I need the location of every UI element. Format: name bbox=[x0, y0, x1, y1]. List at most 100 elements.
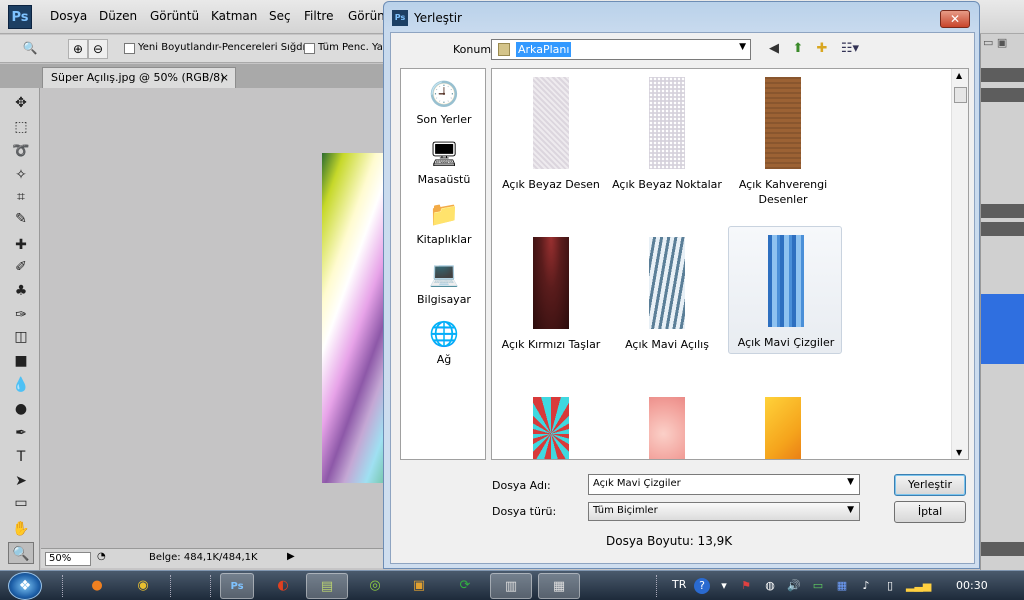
zoom-out-icon[interactable]: ⊖ bbox=[88, 39, 108, 59]
chevron-down-icon[interactable]: ▼ bbox=[847, 505, 854, 515]
chevron-down-icon[interactable]: ▼ bbox=[847, 477, 854, 487]
file-item[interactable]: Açık Mavi Açılış bbox=[610, 229, 724, 357]
dialog-titlebar[interactable]: Ps Yerleştir ✕ bbox=[384, 2, 979, 32]
location-dropdown[interactable]: ArkaPlanı ▼ bbox=[491, 39, 751, 60]
path-selection-tool-icon[interactable]: ➤ bbox=[8, 470, 34, 492]
file-type-dropdown[interactable]: Tüm Biçimler ▼ bbox=[588, 502, 860, 521]
all-windows-checkbox[interactable] bbox=[304, 43, 315, 54]
status-options-icon[interactable]: ◔ bbox=[97, 551, 106, 562]
new-folder-icon[interactable]: ✚ bbox=[813, 40, 831, 58]
crop-tool-icon[interactable]: ⌗ bbox=[8, 186, 34, 208]
close-tab-icon[interactable]: × bbox=[220, 71, 229, 84]
app-icon[interactable]: ▤ bbox=[306, 573, 348, 599]
panel-header-bar[interactable] bbox=[981, 222, 1024, 236]
hand-tool-icon[interactable]: ✋ bbox=[8, 518, 34, 540]
history-brush-tool-icon[interactable]: ✑ bbox=[8, 304, 34, 326]
file-item[interactable] bbox=[494, 389, 608, 459]
move-tool-icon[interactable]: ✥ bbox=[8, 92, 34, 114]
place-computer[interactable]: 💻 Bilgisayar bbox=[401, 259, 487, 306]
scroll-down-icon[interactable]: ▼ bbox=[956, 448, 962, 457]
network-tray-icon[interactable]: ▦ bbox=[834, 578, 850, 594]
file-item[interactable] bbox=[610, 389, 724, 459]
clone-stamp-tool-icon[interactable]: ♣ bbox=[8, 280, 34, 302]
menu-sec[interactable]: Seç bbox=[269, 9, 291, 23]
eraser-tool-icon[interactable]: ◫ bbox=[8, 326, 34, 348]
gradient-tool-icon[interactable]: ■ bbox=[8, 350, 34, 372]
place-recent[interactable]: 🕘 Son Yerler bbox=[401, 79, 487, 126]
brush-tool-icon[interactable]: ✐ bbox=[8, 256, 34, 278]
menu-dosya[interactable]: Dosya bbox=[50, 9, 87, 23]
scrollbar-thumb[interactable] bbox=[954, 87, 967, 103]
tray-app-icon[interactable]: ◍ bbox=[762, 578, 778, 594]
eyedropper-tool-icon[interactable]: ✎ bbox=[8, 208, 34, 230]
blur-tool-icon[interactable]: 💧 bbox=[8, 374, 34, 396]
window-controls-icon[interactable]: ▭ ▣ bbox=[983, 36, 1007, 49]
app-icon[interactable]: ◎ bbox=[360, 573, 390, 599]
magic-wand-tool-icon[interactable]: ✧ bbox=[8, 164, 34, 186]
up-folder-icon[interactable]: ⬆ bbox=[789, 40, 807, 58]
chrome-icon[interactable]: ◉ bbox=[128, 573, 158, 599]
file-name-input[interactable]: Açık Mavi Çizgiler ▼ bbox=[588, 474, 860, 495]
zoom-level-field[interactable]: 50% bbox=[45, 552, 91, 566]
menu-katman[interactable]: Katman bbox=[211, 9, 257, 23]
file-item[interactable]: Açık Beyaz Desen bbox=[494, 69, 608, 197]
shape-tool-icon[interactable]: ▭ bbox=[8, 492, 34, 514]
file-item-selected[interactable]: Açık Mavi Çizgiler bbox=[728, 226, 842, 354]
panel-header-bar[interactable] bbox=[981, 68, 1024, 82]
battery-icon[interactable]: ▯ bbox=[882, 578, 898, 594]
marquee-tool-icon[interactable]: ⬚ bbox=[8, 116, 34, 138]
taskbar-separator bbox=[656, 575, 659, 597]
panel-header-bar[interactable] bbox=[981, 88, 1024, 102]
tray-arrow-icon[interactable]: ▾ bbox=[716, 578, 732, 594]
healing-brush-tool-icon[interactable]: ✚ bbox=[8, 234, 34, 256]
place-desktop[interactable]: 🖥 Masaüstü bbox=[401, 139, 487, 186]
clock[interactable]: 00:30 bbox=[956, 579, 988, 592]
place-libraries[interactable]: 📁 Kitaplıklar bbox=[401, 199, 487, 246]
close-button[interactable]: ✕ bbox=[940, 10, 970, 28]
cancel-button[interactable]: İptal bbox=[894, 501, 966, 523]
document-tab[interactable]: Süper Açılış.jpg @ 50% (RGB/8) × bbox=[42, 67, 236, 88]
selected-layer-row[interactable] bbox=[981, 294, 1024, 364]
place-network[interactable]: 🌐 Ağ bbox=[401, 319, 487, 366]
app-icon[interactable]: ◐ bbox=[268, 573, 298, 599]
lasso-tool-icon[interactable]: ➰ bbox=[8, 140, 34, 162]
explorer-window-icon[interactable]: ▥ bbox=[490, 573, 532, 599]
dodge-tool-icon[interactable]: ● bbox=[8, 398, 34, 420]
back-icon[interactable]: ◀ bbox=[765, 40, 783, 58]
menu-duzen[interactable]: Düzen bbox=[99, 9, 137, 23]
speaker-icon[interactable]: ♪ bbox=[858, 578, 874, 594]
place-button[interactable]: Yerleştir bbox=[894, 474, 966, 496]
language-indicator[interactable]: TR bbox=[672, 578, 686, 591]
help-icon[interactable]: ? bbox=[694, 578, 710, 594]
resize-windows-checkbox[interactable] bbox=[124, 43, 135, 54]
volume-icon[interactable]: 🔊 bbox=[786, 578, 802, 594]
app-window-icon[interactable]: ▦ bbox=[538, 573, 580, 599]
file-item[interactable] bbox=[726, 389, 840, 459]
file-item[interactable]: Açık Kahverengi Desenler bbox=[726, 69, 840, 206]
monitor-icon[interactable]: ▭ bbox=[810, 578, 826, 594]
panel-header-bar[interactable] bbox=[981, 204, 1024, 218]
zoom-tool-icon[interactable]: 🔍 bbox=[8, 542, 34, 564]
status-menu-arrow-icon[interactable]: ▶ bbox=[287, 551, 295, 562]
scroll-up-icon[interactable]: ▲ bbox=[956, 71, 962, 80]
start-button[interactable]: ❖ bbox=[8, 572, 42, 600]
chevron-down-icon[interactable]: ▼ bbox=[739, 42, 746, 52]
pen-tool-icon[interactable]: ✒ bbox=[8, 422, 34, 444]
app-icon[interactable]: ▣ bbox=[404, 573, 434, 599]
file-item[interactable]: Açık Kırmızı Taşlar bbox=[494, 229, 608, 357]
menu-goruntu[interactable]: Görüntü bbox=[150, 9, 199, 23]
file-item[interactable]: Açık Beyaz Noktalar bbox=[610, 69, 724, 197]
panel-header-bar[interactable] bbox=[981, 542, 1024, 556]
document-image[interactable] bbox=[322, 153, 384, 483]
zoom-tool-icon[interactable]: 🔍 bbox=[20, 39, 40, 59]
firefox-icon[interactable]: ● bbox=[82, 573, 112, 599]
app-icon[interactable]: ⟳ bbox=[450, 573, 480, 599]
menu-filtre[interactable]: Filtre bbox=[304, 9, 333, 23]
signal-icon[interactable]: ▂▃▅ bbox=[906, 578, 931, 594]
vertical-scrollbar[interactable]: ▲ ▼ bbox=[951, 69, 968, 459]
flag-icon[interactable]: ⚑ bbox=[738, 578, 754, 594]
view-menu-icon[interactable]: ☷▾ bbox=[837, 40, 863, 58]
photoshop-icon[interactable]: Ps bbox=[220, 573, 254, 599]
zoom-in-icon[interactable]: ⊕ bbox=[68, 39, 88, 59]
type-tool-icon[interactable]: T bbox=[8, 446, 34, 468]
